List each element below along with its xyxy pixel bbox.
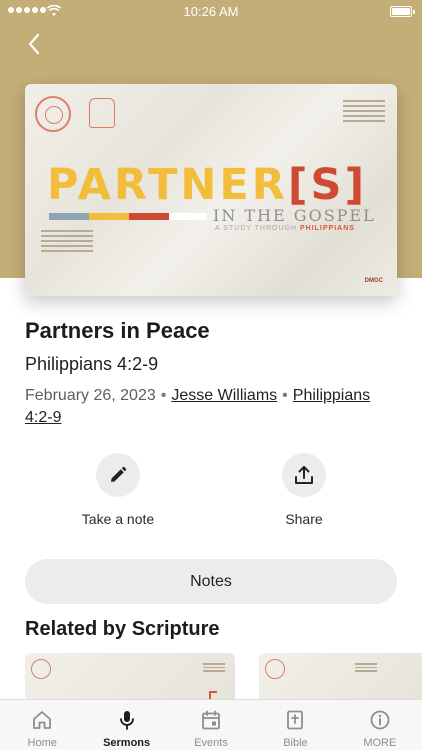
artwork-fine-print bbox=[41, 230, 93, 255]
microphone-icon bbox=[119, 711, 134, 730]
artwork-subtitle: IN THE GOSPEL bbox=[213, 206, 376, 225]
notes-button[interactable]: Notes bbox=[25, 559, 397, 604]
color-bar bbox=[115, 213, 129, 220]
back-button[interactable] bbox=[20, 30, 48, 58]
color-bar bbox=[129, 213, 169, 220]
sermon-scripture: Philippians 4:2-9 bbox=[25, 354, 159, 374]
battery-icon bbox=[390, 6, 415, 17]
take-note-circle[interactable] bbox=[96, 453, 140, 497]
sermon-meta: February 26, 2023 • Jesse Williams • Philipp… bbox=[25, 385, 397, 429]
artwork-subtitle-small: A STUDY THROUGH PHILIPPIANS bbox=[215, 225, 355, 232]
speaker-link[interactable]: Jesse Williams bbox=[171, 387, 277, 404]
share-button[interactable]: Share bbox=[249, 453, 359, 527]
pencil-icon bbox=[111, 466, 127, 482]
tab-bar: Home Sermons Events Bible MORE bbox=[0, 699, 422, 750]
sermon-date: February 26, 2023 bbox=[25, 387, 156, 404]
home-icon bbox=[33, 711, 52, 729]
status-bar: 10:26 AM bbox=[0, 0, 422, 24]
sermon-artwork: PARTNER[S] IN THE GOSPEL A STUDY THROUGH… bbox=[25, 84, 397, 296]
take-note-button[interactable]: Take a note bbox=[63, 453, 173, 527]
share-label: Share bbox=[285, 511, 323, 527]
tab-more[interactable]: MORE bbox=[338, 700, 422, 750]
separator: • bbox=[282, 387, 288, 404]
tab-label: Events bbox=[194, 737, 228, 749]
separator: • bbox=[160, 387, 167, 404]
artwork-color-bars bbox=[49, 213, 207, 220]
color-bar bbox=[89, 213, 115, 220]
tab-events[interactable]: Events bbox=[169, 700, 253, 750]
artwork-badge bbox=[31, 659, 51, 679]
artwork-badge bbox=[35, 96, 71, 132]
tab-home[interactable]: Home bbox=[0, 700, 84, 750]
tab-bible[interactable]: Bible bbox=[253, 700, 337, 750]
color-bar bbox=[169, 213, 207, 220]
info-icon bbox=[370, 710, 390, 730]
tab-label: MORE bbox=[363, 737, 397, 749]
artwork-fine-print bbox=[355, 663, 377, 674]
status-time: 10:26 AM bbox=[183, 4, 239, 19]
bible-icon bbox=[287, 710, 304, 730]
take-note-label: Take a note bbox=[81, 511, 155, 527]
chevron-left-icon bbox=[28, 33, 40, 55]
share-circle[interactable] bbox=[282, 453, 326, 497]
sermon-title: Partners in Peace bbox=[25, 318, 210, 343]
artwork-stamp bbox=[89, 98, 115, 128]
color-bar bbox=[49, 213, 89, 220]
artwork-logo: DMGC bbox=[364, 278, 383, 284]
share-icon bbox=[295, 466, 313, 484]
artwork-title: PARTNER[S] bbox=[47, 160, 368, 210]
tab-label: Home bbox=[27, 737, 57, 749]
artwork-fine-print bbox=[343, 100, 385, 125]
calendar-icon bbox=[202, 710, 220, 730]
artwork-fine-print bbox=[203, 663, 225, 674]
tab-sermons[interactable]: Sermons bbox=[84, 700, 168, 750]
tab-label: Sermons bbox=[103, 737, 151, 749]
artwork-badge bbox=[265, 659, 285, 679]
related-heading: Related by Scripture bbox=[25, 618, 220, 640]
tab-label: Bible bbox=[283, 737, 308, 749]
